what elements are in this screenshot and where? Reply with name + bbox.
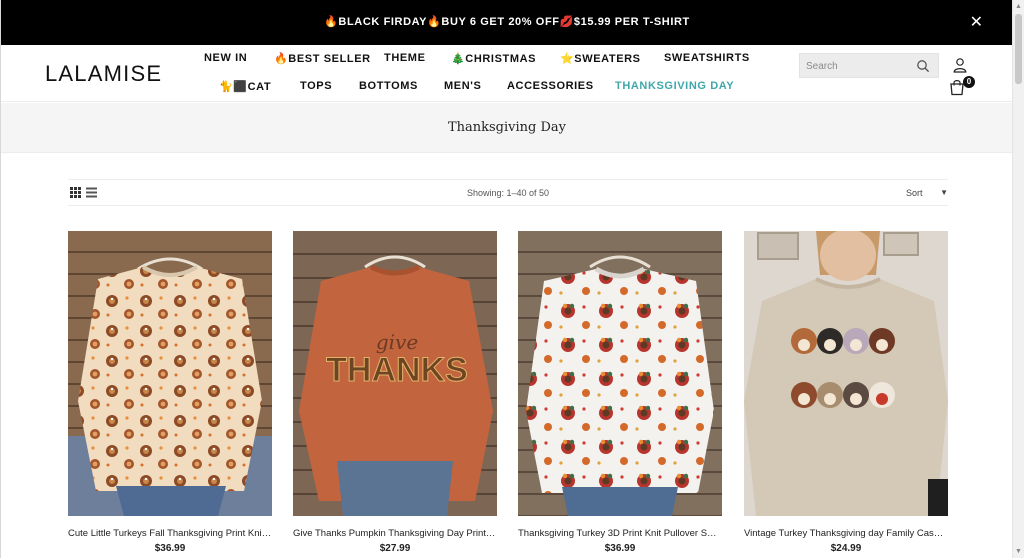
sort-dropdown[interactable]: Sort ▼ xyxy=(906,187,948,201)
nav-item-label: THEME xyxy=(384,52,426,64)
promo-text[interactable]: 🔥BLACK FIRDAY🔥BUY 6 GET 20% OFF💋$15.99 P… xyxy=(1,15,1012,28)
product-name[interactable]: Vintage Turkey Thanksgiving day Family C… xyxy=(744,528,948,539)
search-icon[interactable] xyxy=(916,59,930,73)
star-icon: ⭐ xyxy=(560,53,575,65)
nav-item-label: THANKSGIVING DAY xyxy=(615,80,735,92)
nav-item-label: ACCESSORIES xyxy=(507,80,594,92)
scroll-up-arrow-icon[interactable]: ▲ xyxy=(1015,3,1022,10)
promo-text-part3: $15.99 PER T-SHIRT xyxy=(573,16,690,28)
product-image[interactable] xyxy=(518,231,722,516)
product-price: $36.99 xyxy=(604,543,636,554)
product-price: $24.99 xyxy=(830,543,862,554)
scroll-down-arrow-icon[interactable]: ▼ xyxy=(1015,548,1022,555)
product-name[interactable]: Give Thanks Pumpkin Thanksgiving Day Pri… xyxy=(293,528,497,539)
nav-item-label: MEN'S xyxy=(444,80,482,92)
nav-item-sweaters[interactable]: ⭐SWEATERS xyxy=(560,52,641,65)
graphic-text-thanks: THANKS xyxy=(326,351,468,389)
fire-icon: 🔥 xyxy=(324,16,339,28)
fire-icon: 🔥 xyxy=(427,16,442,28)
nav-item-christmas[interactable]: 🎄CHRISTMAS xyxy=(451,52,536,65)
nav-item-label: CHRISTMAS xyxy=(465,53,537,65)
site-header: LALAMISE NEW IN 🔥BEST SELLER THEME 🎄CHRI… xyxy=(1,45,1012,102)
sort-label: Sort xyxy=(906,188,923,198)
nav-item-tops[interactable]: TOPS xyxy=(300,80,332,92)
nav-item-thanksgiving-day[interactable]: THANKSGIVING DAY xyxy=(615,80,734,92)
nav-item-new-in[interactable]: NEW IN xyxy=(204,52,247,64)
nav-item-sweatshirts[interactable]: SWEATSHIRTS xyxy=(664,52,750,64)
nav-item-bottoms[interactable]: BOTTOMS xyxy=(359,80,418,92)
nav-item-mens[interactable]: MEN'S xyxy=(444,80,481,92)
logo[interactable]: LALAMISE xyxy=(45,61,162,87)
nav-item-label: SWEATSHIRTS xyxy=(664,52,750,64)
page-scrollbar[interactable]: ▲ ▼ xyxy=(1012,0,1024,558)
nav-item-label: SWEATERS xyxy=(574,53,641,65)
cart-count-badge: 0 xyxy=(963,76,975,88)
nav-item-cat[interactable]: 🐈⬛CAT xyxy=(219,80,271,93)
close-icon[interactable]: ✕ xyxy=(970,12,983,32)
product-image[interactable] xyxy=(68,231,272,516)
collection-title-band: Thanksgiving Day xyxy=(1,103,1012,153)
product-image[interactable]: give THANKS xyxy=(293,231,497,516)
search-box xyxy=(799,53,939,78)
product-name[interactable]: Thanksgiving Turkey 3D Print Knit Pullov… xyxy=(518,528,722,539)
nav-item-label: TOPS xyxy=(300,80,333,92)
black-cat-icon: 🐈⬛ xyxy=(219,81,248,93)
promo-text-part2: BUY 6 GET 20% OFF xyxy=(441,16,560,28)
search-input[interactable] xyxy=(806,58,910,74)
promo-text-part1: BLACK FIRDAY xyxy=(338,16,428,28)
lips-icon: 💋 xyxy=(559,16,574,28)
product-price: $27.99 xyxy=(379,543,411,554)
caret-down-icon: ▼ xyxy=(940,188,948,197)
product-price: $36.99 xyxy=(154,543,186,554)
nav-item-label: BOTTOMS xyxy=(359,80,418,92)
nav-item-label: CAT xyxy=(247,81,272,93)
user-icon[interactable] xyxy=(952,57,968,73)
nav-item-label: NEW IN xyxy=(204,52,248,64)
scroll-thumb[interactable] xyxy=(1015,14,1022,84)
fire-icon: 🔥 xyxy=(274,53,289,65)
product-image[interactable] xyxy=(744,231,948,516)
collection-toolbar: Showing: 1–40 of 50 Sort ▼ xyxy=(68,179,948,206)
nav-item-theme[interactable]: THEME xyxy=(384,52,426,64)
nav-item-best-seller[interactable]: 🔥BEST SELLER xyxy=(274,52,371,65)
promo-bar: 🔥BLACK FIRDAY🔥BUY 6 GET 20% OFF💋$15.99 P… xyxy=(1,0,1012,45)
christmas-tree-icon: 🎄 xyxy=(451,53,466,65)
nav-item-label: BEST SELLER xyxy=(288,53,371,65)
nav-item-accessories[interactable]: ACCESSORIES xyxy=(507,80,594,92)
product-name[interactable]: Cute Little Turkeys Fall Thanksgiving Pr… xyxy=(68,528,272,539)
results-count: Showing: 1–40 of 50 xyxy=(466,188,550,198)
page-title: Thanksgiving Day xyxy=(447,120,567,135)
page: 🔥BLACK FIRDAY🔥BUY 6 GET 20% OFF💋$15.99 P… xyxy=(0,0,1012,558)
